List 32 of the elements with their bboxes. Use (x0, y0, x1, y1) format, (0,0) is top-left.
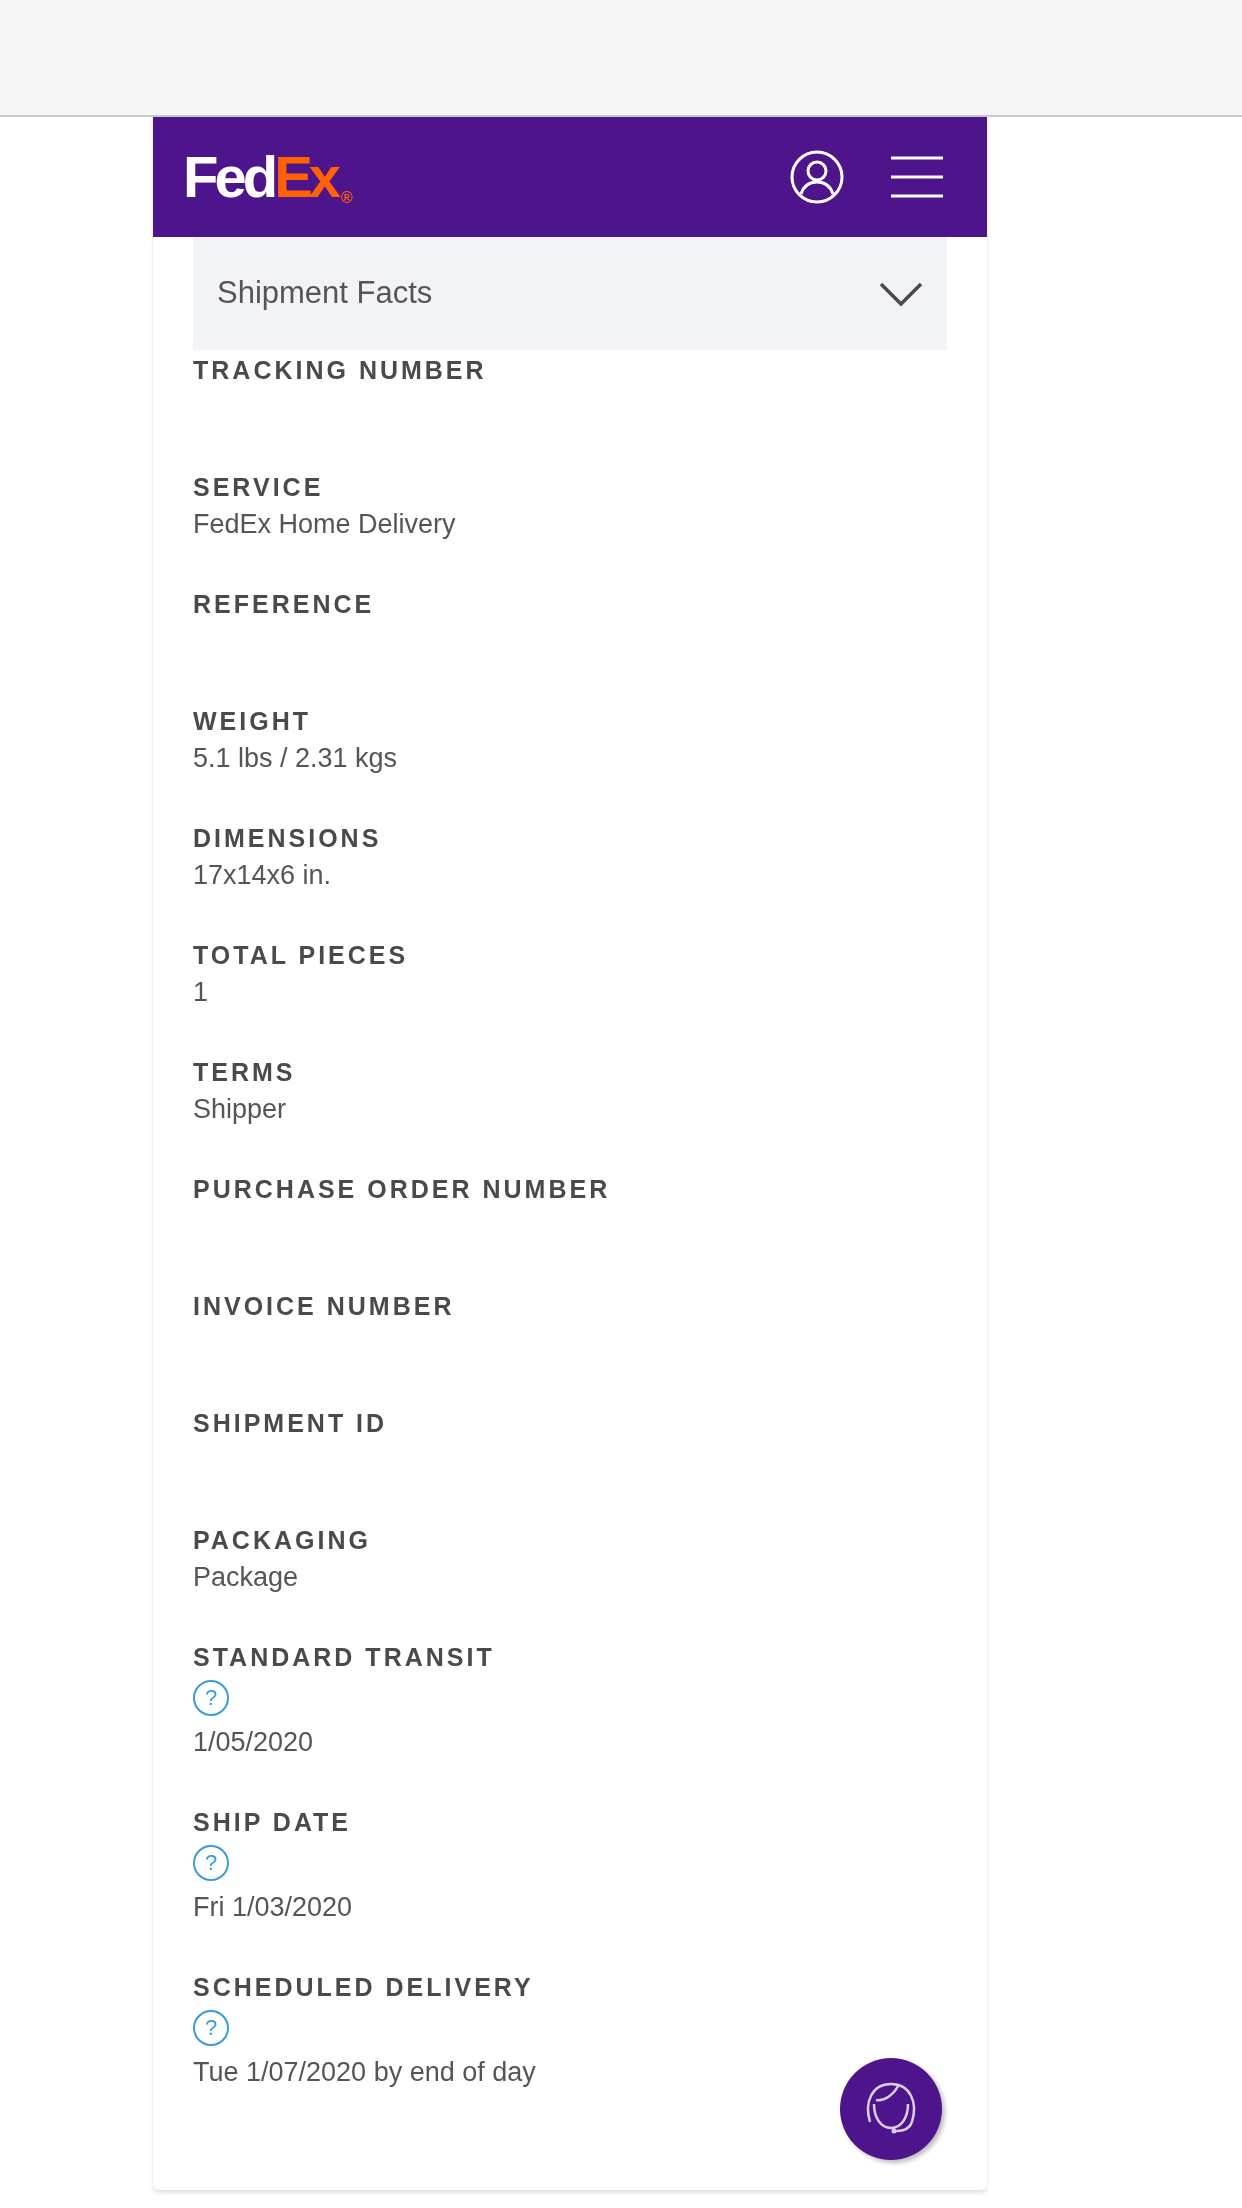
field-value: 1 (193, 976, 210, 1009)
menu-icon[interactable] (891, 156, 943, 198)
field-value: 1/05/2020 (193, 1726, 315, 1759)
field-value: Tue 1/07/2020 by end of day (193, 2056, 537, 2089)
field-value: Package (193, 1561, 300, 1594)
field-label: DIMENSIONS (193, 823, 383, 854)
field-label: PURCHASE ORDER NUMBER (193, 1174, 612, 1205)
field-label: REFERENCE (193, 589, 376, 620)
help-icon[interactable]: ? (193, 2010, 229, 2046)
field-value: 17x14x6 in. (193, 859, 333, 892)
field-label: SCHEDULED DELIVERY (193, 1972, 535, 2003)
field-value: Fri 1/03/2020 (193, 1891, 354, 1924)
field-label: SHIP DATE (193, 1807, 353, 1838)
field-value: Shipper (193, 1093, 288, 1126)
caret-icon (879, 280, 923, 307)
field-label: STANDARD TRANSIT (193, 1642, 496, 1673)
field-label: SERVICE (193, 472, 325, 503)
field-label: SHIPMENT ID (193, 1408, 389, 1439)
field-label: TERMS (193, 1057, 297, 1088)
field-label: PACKAGING (193, 1525, 372, 1556)
section-title: Shipment Facts (217, 274, 433, 313)
field-label: INVOICE NUMBER (193, 1291, 456, 1322)
field-value: 5.1 lbs / 2.31 kgs (193, 742, 399, 775)
account-icon[interactable] (789, 149, 845, 205)
field-value: FedEx Home Delivery (193, 508, 457, 541)
help-icon[interactable]: ? (193, 1845, 229, 1881)
field-label: TRACKING NUMBER (193, 355, 488, 386)
field-label: TOTAL PIECES (193, 940, 410, 971)
section-dropdown[interactable]: Shipment Facts (193, 237, 947, 350)
fedex-logo[interactable]: FedEx® (183, 148, 353, 206)
help-icon[interactable]: ? (193, 1680, 229, 1716)
field-label: WEIGHT (193, 706, 312, 737)
